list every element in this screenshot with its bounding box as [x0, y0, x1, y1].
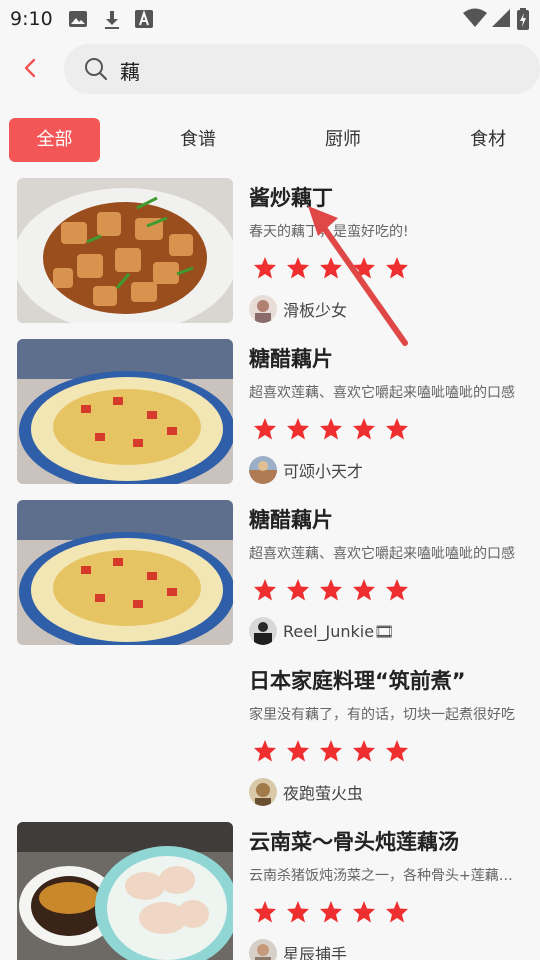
star-icon — [353, 418, 375, 440]
star-icon — [353, 740, 375, 762]
star-icon — [254, 418, 276, 440]
battery-charging-icon — [517, 8, 529, 30]
author-name: 滑板少女 — [283, 301, 348, 320]
author-name: Reel_Junkie🎞 — [283, 621, 395, 641]
star-icon — [353, 901, 375, 923]
search-icon — [85, 58, 108, 81]
recipe-image — [17, 822, 233, 960]
avatar — [249, 617, 277, 645]
recipe-description: 春天的藕丁，是蛮好吃的! — [249, 224, 409, 240]
recipe-title: 云南菜～骨头炖莲藕汤 — [249, 830, 459, 854]
list-item[interactable]: 云南菜～骨头炖莲藕汤 云南杀猪饭炖汤菜之一，各种骨头+莲藕炖煮 星辰捕手 — [0, 822, 540, 960]
a-icon — [135, 10, 153, 28]
tab-all[interactable]: 全部 — [9, 118, 100, 162]
recipe-description: 超喜欢莲藕、喜欢它嚼起来嗑呲嗑呲的口感 — [249, 546, 515, 562]
star-icon — [320, 257, 342, 279]
star-icon — [386, 257, 408, 279]
rating-stars — [253, 739, 409, 765]
recipe-description: 云南杀猪饭炖汤菜之一，各种骨头+莲藕炖煮 — [249, 868, 519, 884]
list-item[interactable]: 糖醋藕片 超喜欢莲藕、喜欢它嚼起来嗑呲嗑呲的口感 可颂小天才 — [0, 339, 540, 500]
download-icon — [105, 11, 119, 29]
star-icon — [320, 579, 342, 601]
rating-stars — [253, 417, 409, 443]
status-bar: 9:10 — [0, 0, 540, 36]
star-icon — [254, 901, 276, 923]
rating-stars — [253, 900, 409, 926]
author[interactable]: 滑板少女 — [249, 295, 347, 323]
star-icon — [320, 901, 342, 923]
star-icon — [353, 579, 375, 601]
star-icon — [386, 901, 408, 923]
star-icon — [386, 579, 408, 601]
tab-ingredients[interactable]: 食材 — [448, 118, 528, 162]
search-input[interactable]: 藕 — [64, 44, 540, 94]
status-time: 9:10 — [10, 8, 53, 30]
author[interactable]: 星辰捕手 — [249, 939, 347, 960]
image-icon — [69, 11, 87, 27]
author[interactable]: 夜跑萤火虫 — [249, 778, 363, 806]
star-icon — [353, 257, 375, 279]
star-icon — [287, 418, 309, 440]
recipe-description: 超喜欢莲藕、喜欢它嚼起来嗑呲嗑呲的口感 — [249, 385, 515, 401]
avatar — [249, 456, 277, 484]
avatar — [249, 295, 277, 323]
star-icon — [287, 257, 309, 279]
search-query: 藕 — [120, 60, 140, 84]
wifi-icon — [463, 8, 487, 27]
avatar — [249, 939, 277, 960]
recipe-image — [17, 178, 233, 323]
tab-recipes[interactable]: 食谱 — [158, 118, 238, 162]
recipe-title: 日本家庭料理“筑前煮” — [249, 669, 466, 693]
tab-chefs[interactable]: 厨师 — [303, 118, 383, 162]
star-icon — [386, 418, 408, 440]
star-icon — [287, 740, 309, 762]
star-icon — [320, 740, 342, 762]
recipe-title: 糖醋藕片 — [249, 508, 333, 532]
recipe-title: 糖醋藕片 — [249, 347, 333, 371]
recipe-description: 家里没有藕了，有的话，切块一起煮很好吃 — [249, 707, 515, 723]
rating-stars — [253, 578, 409, 604]
author-name: 星辰捕手 — [283, 945, 348, 960]
star-icon — [287, 579, 309, 601]
author-name: 夜跑萤火虫 — [283, 784, 364, 803]
author-name: 可颂小天才 — [283, 462, 364, 481]
recipe-image — [17, 339, 233, 484]
star-icon — [254, 257, 276, 279]
back-button[interactable] — [14, 52, 46, 84]
star-icon — [386, 740, 408, 762]
star-icon — [320, 418, 342, 440]
avatar — [249, 778, 277, 806]
list-item[interactable]: 酱炒藕丁 春天的藕丁，是蛮好吃的! 滑板少女 — [0, 178, 540, 339]
list-item[interactable]: 糖醋藕片 超喜欢莲藕、喜欢它嚼起来嗑呲嗑呲的口感 Reel_Junkie🎞 — [0, 500, 540, 661]
rating-stars — [253, 256, 409, 282]
category-tabs: 全部 食谱 厨师 食材 — [0, 118, 540, 164]
signal-icon — [492, 9, 510, 27]
star-icon — [254, 579, 276, 601]
recipe-image — [17, 500, 233, 645]
recipe-title: 酱炒藕丁 — [249, 186, 333, 210]
author[interactable]: 可颂小天才 — [249, 456, 363, 484]
list-item[interactable]: 日本家庭料理“筑前煮” 家里没有藕了，有的话，切块一起煮很好吃 夜跑萤火虫 — [0, 661, 540, 822]
star-icon — [254, 740, 276, 762]
star-icon — [287, 901, 309, 923]
author[interactable]: Reel_Junkie🎞 — [249, 617, 394, 645]
